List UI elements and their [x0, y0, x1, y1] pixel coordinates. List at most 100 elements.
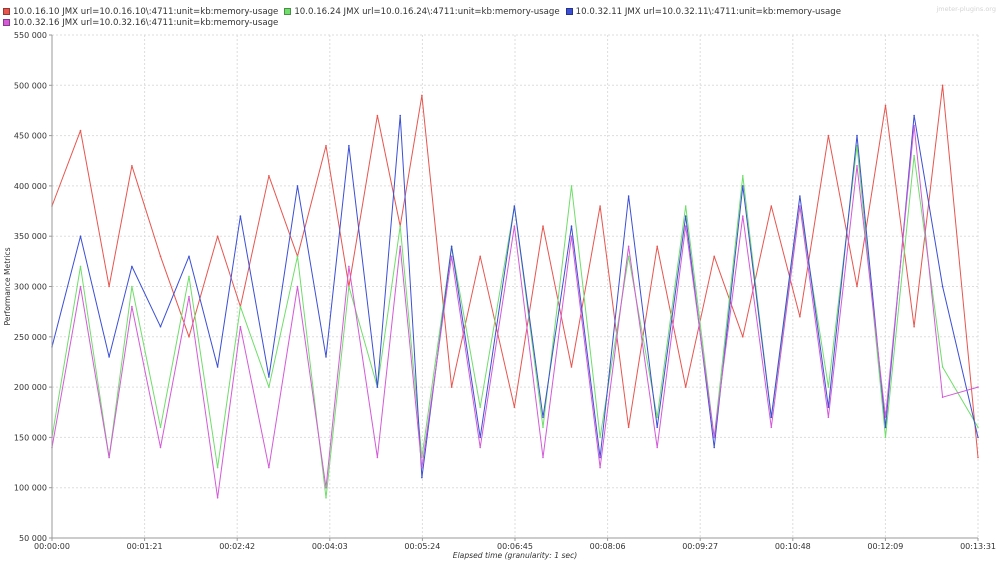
data-point [450, 386, 453, 388]
data-point [770, 426, 773, 429]
data-point [684, 386, 687, 388]
y-tick-label: 300 000 [14, 283, 47, 292]
data-point [570, 366, 573, 368]
data-point [325, 144, 327, 147]
data-point [599, 456, 601, 459]
data-point [450, 245, 453, 248]
data-point [421, 466, 423, 469]
data-point [325, 486, 327, 489]
x-tick-label: 00:08:06 [590, 542, 626, 551]
x-tick-label: 00:04:03 [312, 542, 348, 551]
data-point [570, 225, 573, 227]
data-point [827, 134, 830, 137]
data-point [627, 426, 630, 429]
data-point [216, 497, 219, 499]
data-point [79, 235, 82, 237]
x-tick-labels: 00:00:00 00:01:21 00:02:42 00:04:03 00:05:24… [34, 538, 996, 551]
data-point [977, 426, 979, 429]
y-tick-label: 350 000 [14, 232, 47, 241]
data-point [348, 285, 350, 288]
x-tick-label: 00:12:09 [867, 542, 903, 551]
data-point [599, 205, 601, 207]
x-tick-label: 00:06:45 [497, 542, 533, 551]
data-point [856, 165, 858, 167]
data-point [268, 376, 270, 378]
data-point [131, 265, 133, 268]
data-point [884, 426, 887, 429]
data-point [216, 366, 219, 368]
data-point [399, 245, 402, 248]
data-point [770, 416, 773, 419]
data-point [131, 165, 133, 167]
data-point [542, 225, 544, 227]
data-point [216, 235, 219, 237]
x-tick-label: 00:00:00 [34, 542, 70, 551]
y-tick-label: 400 000 [14, 182, 47, 191]
data-point [599, 466, 601, 469]
data-point [296, 185, 299, 187]
data-point [542, 456, 544, 459]
data-point [131, 285, 133, 288]
data-point [79, 129, 82, 132]
x-tick-label: 00:13:31 [960, 542, 996, 551]
data-point [131, 305, 133, 308]
data-point [684, 225, 687, 227]
data-point [479, 446, 482, 449]
data-point [799, 205, 801, 207]
data-point [941, 366, 944, 368]
data-point [542, 426, 544, 429]
data-point [656, 245, 658, 248]
data-point [656, 446, 658, 449]
data-point [941, 84, 944, 87]
data-point [376, 456, 379, 459]
data-point [188, 295, 190, 298]
y-tick-label: 100 000 [14, 484, 47, 493]
data-point [799, 195, 801, 197]
data-point [856, 134, 858, 137]
data-point [513, 406, 516, 409]
data-point [627, 255, 630, 258]
x-tick-label: 00:01:21 [127, 542, 163, 551]
data-point [325, 497, 327, 499]
data-point [268, 175, 270, 177]
data-point [376, 386, 379, 388]
data-point [239, 325, 242, 328]
data-point [770, 205, 773, 207]
data-point [296, 285, 299, 288]
data-point [268, 466, 270, 469]
data-point [913, 325, 915, 328]
data-point [913, 114, 915, 117]
data-point [656, 416, 658, 419]
y-tick-label: 250 000 [14, 333, 47, 342]
data-point [684, 205, 687, 207]
data-point [376, 114, 379, 117]
data-point [856, 285, 858, 288]
data-point [479, 406, 482, 409]
x-tick-label: 00:10:48 [775, 542, 811, 551]
data-point [627, 195, 630, 197]
data-point [159, 446, 162, 449]
data-point [742, 336, 744, 338]
data-point [513, 205, 516, 207]
data-point [79, 285, 82, 288]
data-point [188, 255, 190, 258]
data-point [977, 436, 979, 439]
data-point [742, 175, 744, 177]
data-point [159, 325, 162, 328]
data-point [348, 265, 350, 268]
x-tick-label: 00:05:24 [404, 542, 440, 551]
data-point [296, 255, 299, 258]
data-point [188, 275, 190, 278]
data-point [570, 235, 573, 237]
data-point [977, 456, 979, 459]
data-point [399, 114, 402, 117]
x-axis-title: Elapsed time (granularity: 1 sec) [453, 551, 577, 560]
data-point [713, 446, 715, 449]
data-point [108, 356, 110, 358]
data-point [627, 245, 630, 248]
data-point [239, 215, 242, 217]
data-point [941, 285, 944, 288]
data-point [421, 476, 423, 479]
data-point [713, 436, 715, 439]
data-point [159, 255, 162, 258]
